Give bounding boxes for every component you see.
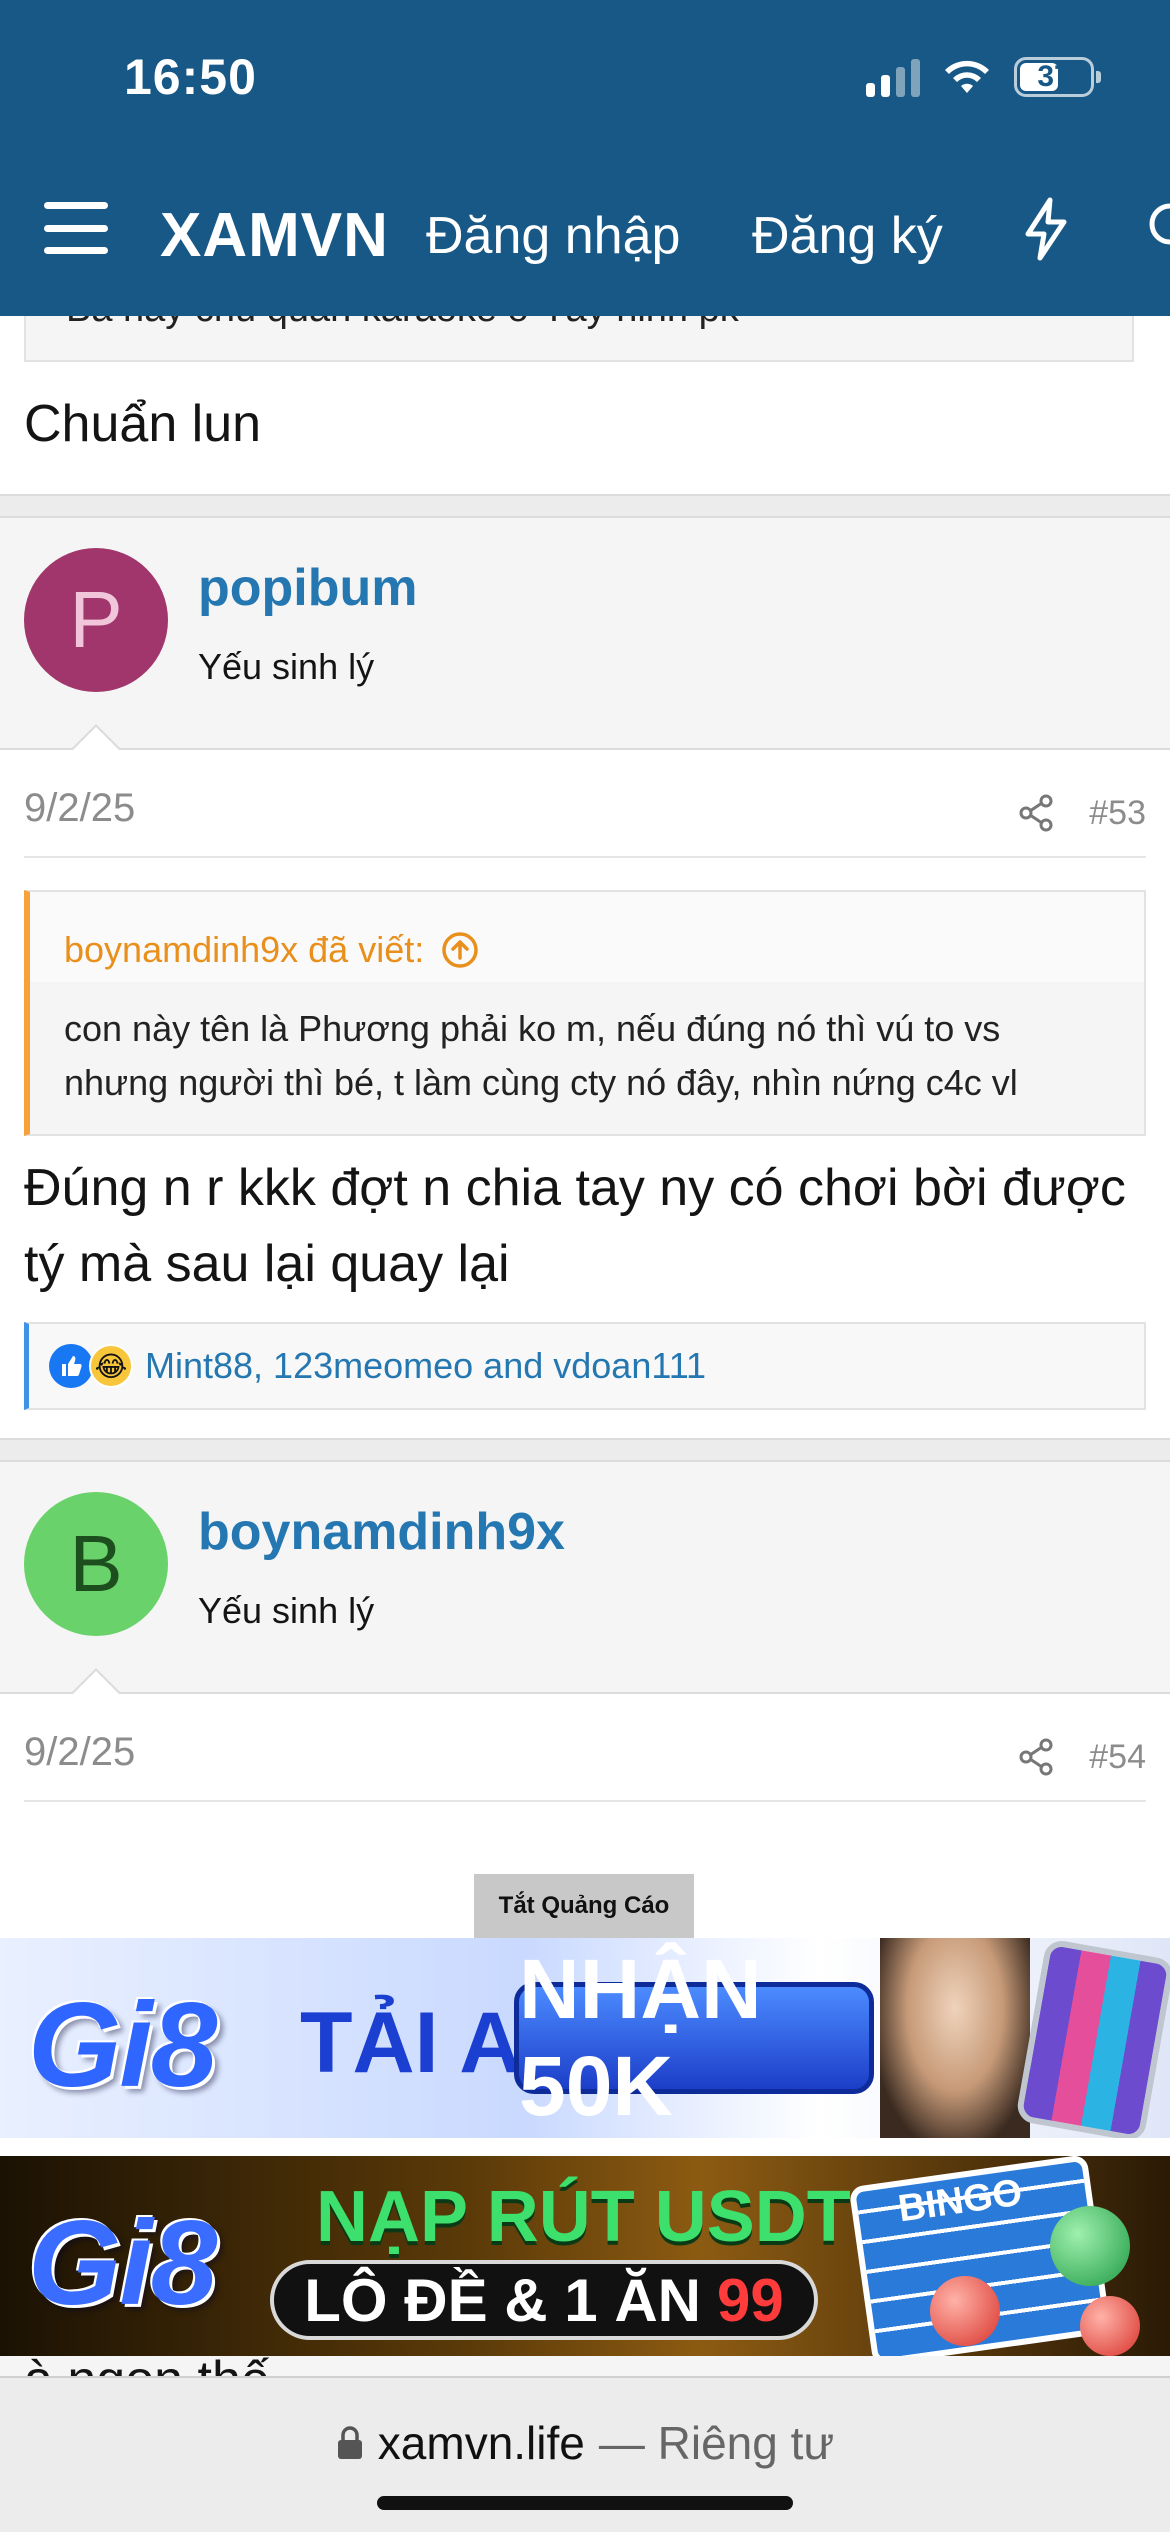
arrow-up-circle-icon[interactable]	[440, 930, 480, 970]
address-bar[interactable]: xamvn.life — Riêng tư	[0, 2416, 1170, 2470]
like-icon	[49, 1344, 93, 1388]
quote-author[interactable]: boynamdinh9x đã viết:	[64, 929, 424, 971]
battery-icon: 37	[1014, 57, 1101, 97]
register-link[interactable]: Đăng ký	[752, 206, 943, 266]
bingo-ball-icon	[1050, 2206, 1130, 2286]
post-body: Đúng n r kkk đợt n chia tay ny có chơi b…	[24, 1159, 1126, 1293]
post-meta: 9/2/25 #54	[24, 1694, 1146, 1802]
lock-icon	[337, 2426, 362, 2459]
bingo-ball-icon	[930, 2276, 1000, 2346]
ad-model-image	[880, 1938, 1030, 2138]
ad-brand: Gi8	[28, 2196, 217, 2330]
panel-pointer	[70, 1668, 122, 1695]
ad-pill: NHẬN 50K	[514, 1942, 874, 2133]
share-icon[interactable]	[1018, 794, 1054, 832]
site-header: XAMVN Đăng nhập Đăng ký	[0, 180, 1170, 276]
user-title: Yếu sinh lý	[198, 646, 375, 687]
lightning-icon[interactable]	[1020, 196, 1072, 262]
battery-level: 37	[1037, 60, 1071, 93]
ad-banner-2[interactable]: Gi8 NẠP RÚT USDT LÔ ĐỀ & 1 ĂN 99 BINGO	[0, 2156, 1170, 2356]
browser-bar: xamvn.life — Riêng tư	[0, 2376, 1170, 2532]
share-icon[interactable]	[1018, 1738, 1054, 1776]
menu-icon[interactable]	[44, 202, 108, 254]
post-number[interactable]: #54	[1089, 1738, 1146, 1777]
haha-icon: 😂	[89, 1344, 133, 1388]
post-date[interactable]: 9/2/25	[24, 1730, 135, 1775]
quote-text: con này tên là Phương phải ko m, nếu đún…	[30, 982, 1144, 1134]
user-panel: P popibum Yếu sinh lý	[0, 518, 1170, 751]
reaction-users[interactable]: Mint88, 123meomeo and vdoan111	[145, 1345, 706, 1387]
search-icon[interactable]	[1144, 198, 1170, 258]
post-number[interactable]: #53	[1089, 794, 1146, 833]
status-time: 16:50	[124, 49, 257, 105]
avatar[interactable]: P	[24, 548, 168, 692]
bingo-ball-icon	[1080, 2296, 1140, 2356]
status-icons: 37	[866, 52, 1101, 102]
top-bar: 16:50 37 XAMVN Đăng nhập Đăng ký	[0, 0, 1170, 316]
ad-top-text: NẠP RÚT USDT	[316, 2177, 851, 2257]
url-domain[interactable]: xamvn.life	[378, 2416, 585, 2470]
reaction-icons: 😂	[49, 1340, 141, 1392]
wifi-icon	[945, 60, 989, 93]
site-logo[interactable]: XAMVN	[160, 200, 389, 271]
post-separator	[0, 494, 1170, 518]
quote-block: boynamdinh9x đã viết: con này tên là Phư…	[24, 890, 1146, 1136]
panel-pointer	[70, 724, 122, 751]
ad-phone-image	[1014, 1938, 1170, 2138]
quote-header[interactable]: boynamdinh9x đã viết:	[30, 892, 1144, 982]
username[interactable]: boynamdinh9x	[198, 1502, 565, 1562]
ad-gap	[0, 2138, 1170, 2156]
login-link[interactable]: Đăng nhập	[426, 206, 680, 266]
close-ads-button[interactable]: Tắt Quảng Cáo	[474, 1874, 694, 1938]
post-body: Chuẩn lun	[24, 395, 262, 453]
previous-post: Ba hay chủ quán karaoke ở Tây ninh pk Ch…	[0, 316, 1170, 494]
ad-bar: LÔ ĐỀ & 1 ĂN 99	[270, 2260, 818, 2340]
ad-banner-1[interactable]: Gi8 TẢI APP NHẬN 50K	[0, 1938, 1170, 2138]
post-meta: 9/2/25 #53	[24, 750, 1146, 858]
user-panel: B boynamdinh9x Yếu sinh lý	[0, 1462, 1170, 1695]
privacy-label: — Riêng tư	[598, 2417, 835, 2469]
ad-bar-number: 99	[716, 2266, 784, 2334]
post-date[interactable]: 9/2/25	[24, 786, 135, 831]
cellular-signal-icon	[866, 57, 920, 97]
ad-bar-text: LÔ ĐỀ & 1 ĂN	[304, 2266, 701, 2334]
ad-brand: Gi8	[28, 1978, 217, 2112]
post-separator	[0, 1438, 1170, 1462]
avatar[interactable]: B	[24, 1492, 168, 1636]
reactions-bar[interactable]: 😂 Mint88, 123meomeo and vdoan111	[24, 1322, 1146, 1410]
post: P popibum Yếu sinh lý 9/2/25 #53 boynamd…	[0, 518, 1170, 1438]
username[interactable]: popibum	[198, 558, 418, 618]
home-indicator[interactable]	[377, 2496, 793, 2510]
quote-tail: Ba hay chủ quán karaoke ở Tây ninh pk	[24, 316, 1134, 362]
user-title: Yếu sinh lý	[198, 1590, 375, 1631]
